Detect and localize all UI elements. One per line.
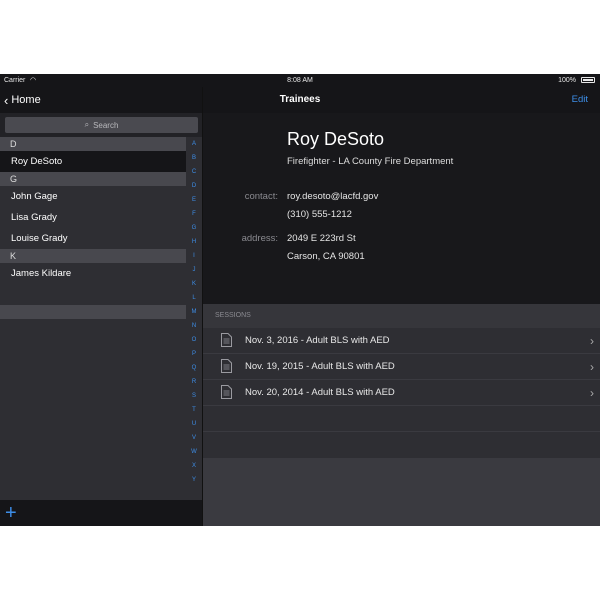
index-letter-l[interactable]: L <box>186 291 202 305</box>
index-letter-r[interactable]: R <box>186 375 202 389</box>
index-letter-e[interactable]: E <box>186 193 202 207</box>
detail-panel: Trainees Edit Roy DeSoto Firefighter - L… <box>203 87 600 526</box>
session-label: Nov. 3, 2016 - Adult BLS with AED <box>245 335 390 346</box>
index-letter-a[interactable]: A <box>186 137 202 151</box>
search-input[interactable]: ⌕ Search <box>5 117 198 133</box>
list-item-lisa-grady[interactable]: Lisa Grady <box>0 207 186 228</box>
trainee-name: Roy DeSoto <box>287 129 385 149</box>
phone-value[interactable]: (310) 555-1212 <box>287 209 352 220</box>
session-row[interactable]: Nov. 20, 2014 - Adult BLS with AED › <box>203 380 600 406</box>
index-letter-u[interactable]: U <box>186 417 202 431</box>
index-letter-y[interactable]: Y <box>186 473 202 487</box>
chevron-right-icon: › <box>590 360 594 374</box>
section-header-k: K <box>0 249 186 263</box>
index-letter-k[interactable]: K <box>186 277 202 291</box>
session-row[interactable]: Nov. 19, 2015 - Adult BLS with AED › <box>203 354 600 380</box>
index-letter-v[interactable]: V <box>186 431 202 445</box>
section-index[interactable]: ABCDEFGHIJKLMNOPQRSTUVWXY <box>186 137 202 487</box>
list-item-james-kildare[interactable]: James Kildare <box>0 263 186 284</box>
trainee-list: D Roy DeSoto G John Gage Lisa Grady Loui… <box>0 137 186 319</box>
add-trainee-button[interactable]: + <box>5 502 17 524</box>
search-icon: ⌕ <box>84 120 90 129</box>
index-letter-j[interactable]: J <box>186 263 202 277</box>
index-letter-o[interactable]: O <box>186 333 202 347</box>
index-letter-i[interactable]: I <box>186 249 202 263</box>
session-label: Nov. 20, 2014 - Adult BLS with AED <box>245 387 395 398</box>
index-letter-n[interactable]: N <box>186 319 202 333</box>
status-bar: Carrier ◠ 8:08 AM 100% <box>0 74 600 87</box>
empty-section-bar <box>0 305 186 319</box>
address-line1: 2049 E 223rd St <box>287 233 356 244</box>
back-label: Home <box>11 94 41 106</box>
search-placeholder: Search <box>93 120 119 130</box>
chevron-right-icon: › <box>590 334 594 348</box>
master-toolbar: + <box>0 500 202 526</box>
index-letter-h[interactable]: H <box>186 235 202 249</box>
email-value[interactable]: roy.desoto@lacfd.gov <box>287 191 378 202</box>
battery-icon <box>581 77 595 83</box>
index-letter-b[interactable]: B <box>186 151 202 165</box>
address-label: address: <box>241 233 278 244</box>
list-item-roy-desoto[interactable]: Roy DeSoto <box>0 151 186 172</box>
chevron-left-icon: ‹ <box>4 92 9 108</box>
index-letter-f[interactable]: F <box>186 207 202 221</box>
session-label: Nov. 19, 2015 - Adult BLS with AED <box>245 361 395 372</box>
trainee-profile: Roy DeSoto Firefighter - LA County Fire … <box>203 113 600 304</box>
sessions-header: SESSIONS <box>203 304 600 328</box>
detail-nav-bar: Trainees Edit <box>203 87 600 113</box>
index-letter-g[interactable]: G <box>186 221 202 235</box>
search-bar: ⌕ Search <box>0 113 202 137</box>
index-letter-w[interactable]: W <box>186 445 202 459</box>
clock: 8:08 AM <box>287 77 313 84</box>
sessions-list: Nov. 3, 2016 - Adult BLS with AED › Nov.… <box>203 328 600 432</box>
section-header-d: D <box>0 137 186 151</box>
index-letter-t[interactable]: T <box>186 403 202 417</box>
session-row[interactable]: Nov. 3, 2016 - Adult BLS with AED › <box>203 328 600 354</box>
empty-row <box>203 406 600 432</box>
document-icon <box>221 385 232 399</box>
document-icon <box>221 359 232 373</box>
index-letter-s[interactable]: S <box>186 389 202 403</box>
edit-button[interactable]: Edit <box>572 87 588 113</box>
contact-label: contact: <box>244 191 278 202</box>
index-letter-c[interactable]: C <box>186 165 202 179</box>
index-letter-q[interactable]: Q <box>186 361 202 375</box>
document-icon <box>221 333 232 347</box>
page-title: Trainees <box>279 94 321 105</box>
trainee-subtitle: Firefighter - LA County Fire Department <box>287 156 454 167</box>
index-letter-m[interactable]: M <box>186 305 202 319</box>
index-letter-x[interactable]: X <box>186 459 202 473</box>
chevron-right-icon: › <box>590 386 594 400</box>
list-item-john-gage[interactable]: John Gage <box>0 186 186 207</box>
master-nav-bar: ‹ Home <box>0 87 202 113</box>
battery-percent: 100% <box>558 77 576 84</box>
back-button[interactable]: ‹ Home <box>4 87 41 113</box>
detail-footer <box>203 458 600 526</box>
list-item-louise-grady[interactable]: Louise Grady <box>0 228 186 249</box>
index-letter-p[interactable]: P <box>186 347 202 361</box>
master-panel: ‹ Home ⌕ Search D Roy DeSoto G John Gage… <box>0 87 203 526</box>
ipad-screen: Carrier ◠ 8:08 AM 100% ‹ Home ⌕ Search D… <box>0 74 600 526</box>
index-letter-d[interactable]: D <box>186 179 202 193</box>
address-line2: Carson, CA 90801 <box>287 251 365 262</box>
section-header-g: G <box>0 172 186 186</box>
